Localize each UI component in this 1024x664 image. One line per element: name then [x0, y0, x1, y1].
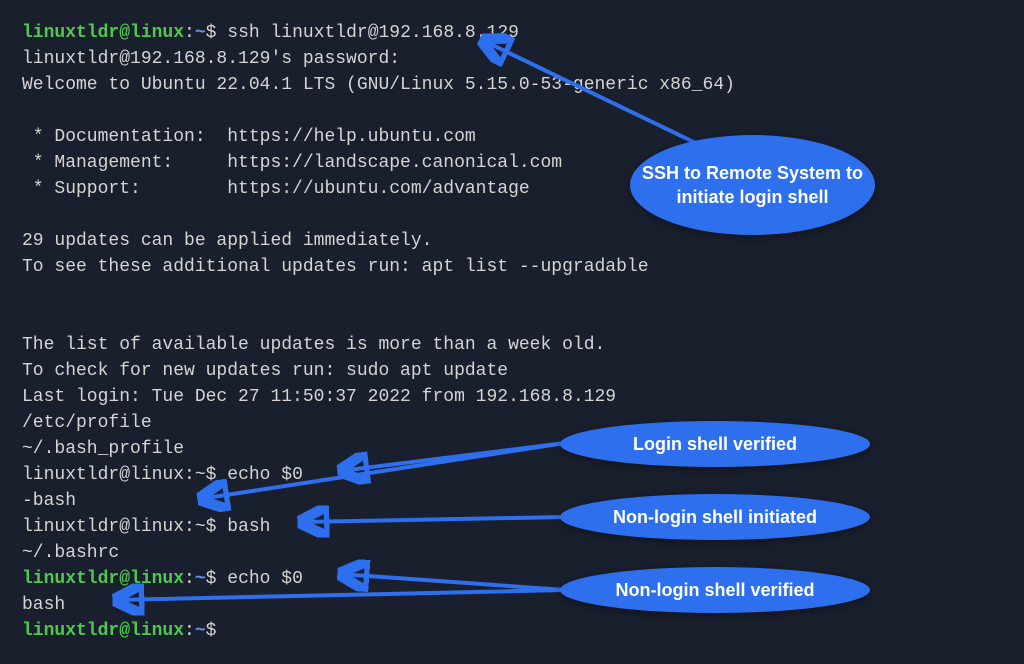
prompt-sep: : [184, 621, 195, 641]
out-bashrc: ~/.bashrc [22, 543, 119, 563]
prompt-path: ~ [195, 465, 206, 485]
out-support: * Support: https://ubuntu.com/advantage [22, 179, 530, 199]
cmd-echo0-2: echo $0 [227, 569, 303, 589]
prompt-dollar: $ [206, 517, 217, 537]
prompt-sep: : [184, 517, 195, 537]
prompt-path: ~ [195, 569, 206, 589]
prompt-userhost: linuxtldr@linux [22, 465, 184, 485]
cmd-bash: bash [227, 517, 270, 537]
cmd-ssh: ssh linuxtldr@192.168.8.129 [227, 23, 519, 43]
out-updates1: 29 updates can be applied immediately. [22, 231, 432, 251]
out-lastlogin: Last login: Tue Dec 27 11:50:37 2022 fro… [22, 387, 616, 407]
out-pwprompt: linuxtldr@192.168.8.129's password: [22, 49, 400, 69]
out-list2: To check for new updates run: sudo apt u… [22, 361, 508, 381]
callout-login-verified: Login shell verified [560, 421, 870, 467]
out-doc: * Documentation: https://help.ubuntu.com [22, 127, 476, 147]
out-bashprofile: ~/.bash_profile [22, 439, 184, 459]
callout-nonlogin-init: Non-login shell initiated [560, 494, 870, 540]
prompt-userhost: linuxtldr@linux [22, 621, 184, 641]
prompt-path: ~ [195, 621, 206, 641]
prompt-dollar: $ [206, 465, 217, 485]
prompt-dollar: $ [206, 569, 217, 589]
prompt-sep: : [184, 569, 195, 589]
out-dashbash: -bash [22, 491, 76, 511]
callout-nonlogin-verified: Non-login shell verified [560, 567, 870, 613]
prompt-path: ~ [195, 517, 206, 537]
out-mgmt: * Management: https://landscape.canonica… [22, 153, 562, 173]
prompt-sep: : [184, 465, 195, 485]
terminal-output: linuxtldr@linux:~$ ssh linuxtldr@192.168… [0, 0, 1024, 664]
out-welcome: Welcome to Ubuntu 22.04.1 LTS (GNU/Linux… [22, 75, 735, 95]
out-bash: bash [22, 595, 65, 615]
prompt-path: ~ [195, 23, 206, 43]
prompt-userhost: linuxtldr@linux [22, 23, 184, 43]
cmd-echo0-1: echo $0 [227, 465, 303, 485]
prompt-sep: : [184, 23, 195, 43]
prompt-userhost: linuxtldr@linux [22, 517, 184, 537]
out-etcprofile: /etc/profile [22, 413, 152, 433]
prompt-dollar: $ [206, 621, 217, 641]
out-list1: The list of available updates is more th… [22, 335, 605, 355]
out-updates2: To see these additional updates run: apt… [22, 257, 649, 277]
prompt-userhost: linuxtldr@linux [22, 569, 184, 589]
callout-ssh: SSH to Remote System to initiate login s… [630, 135, 875, 235]
prompt-dollar: $ [206, 23, 217, 43]
